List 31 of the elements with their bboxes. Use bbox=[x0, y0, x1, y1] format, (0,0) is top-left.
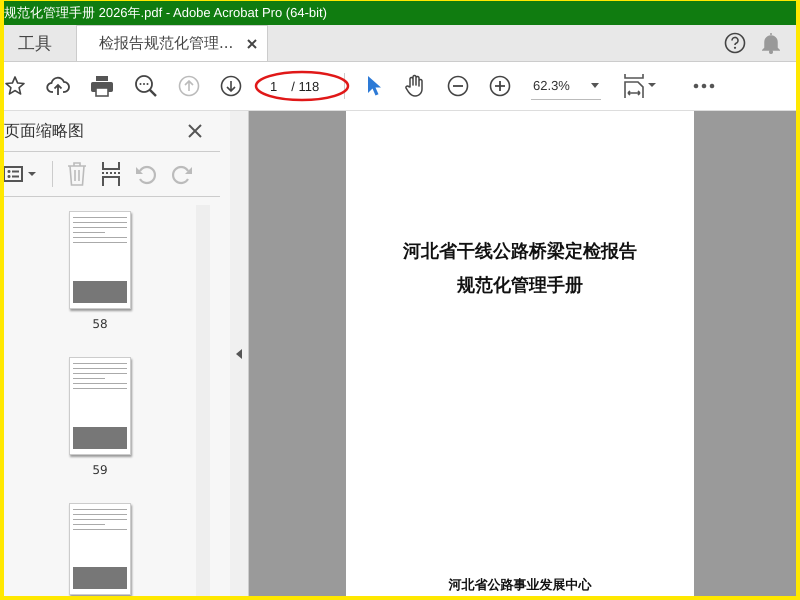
caret-icon bbox=[591, 83, 599, 88]
more-icon[interactable] bbox=[693, 83, 715, 89]
list-options-icon[interactable] bbox=[4, 165, 38, 183]
document-footer: 河北省公路事业发展中心 bbox=[448, 576, 592, 594]
page-count: / 118 bbox=[291, 78, 320, 94]
scrollbar[interactable] bbox=[196, 205, 210, 596]
page-thumbnail[interactable] bbox=[69, 357, 131, 455]
help-icon[interactable] bbox=[724, 32, 746, 54]
zoom-in-icon[interactable] bbox=[489, 75, 511, 97]
print-icon[interactable] bbox=[90, 75, 114, 97]
zoom-dropdown[interactable]: 62.3% bbox=[531, 72, 601, 100]
document-title: 规范化管理手册 bbox=[457, 274, 583, 297]
fit-page-icon[interactable] bbox=[623, 74, 657, 98]
panel-title: 页面缩略图 bbox=[4, 120, 84, 142]
tab[interactable]: 检报告规范化管理... bbox=[76, 25, 268, 61]
zoom-out-icon[interactable] bbox=[447, 75, 469, 97]
collapse-arrow-icon[interactable] bbox=[236, 348, 242, 358]
close-icon[interactable] bbox=[188, 124, 202, 138]
page-number: 59 bbox=[92, 463, 108, 477]
cloud-upload-icon[interactable] bbox=[46, 75, 70, 97]
page-thumbnail[interactable] bbox=[69, 503, 131, 595]
insert-page-icon[interactable] bbox=[101, 162, 121, 186]
document-title: 河北省干线公路桥梁定检报告 bbox=[403, 240, 637, 263]
star-icon[interactable] bbox=[4, 75, 26, 97]
tab[interactable]: 工具 bbox=[4, 25, 66, 61]
search-icon[interactable] bbox=[134, 74, 158, 98]
close-icon[interactable] bbox=[247, 38, 258, 48]
page-number: 58 bbox=[92, 317, 108, 331]
window-title: 规范化管理手册 2026年.pdf - Adobe Acrobat Pro (64-bit) bbox=[4, 4, 327, 22]
pointer-icon[interactable] bbox=[365, 74, 383, 98]
page-thumbnail[interactable] bbox=[69, 211, 131, 309]
